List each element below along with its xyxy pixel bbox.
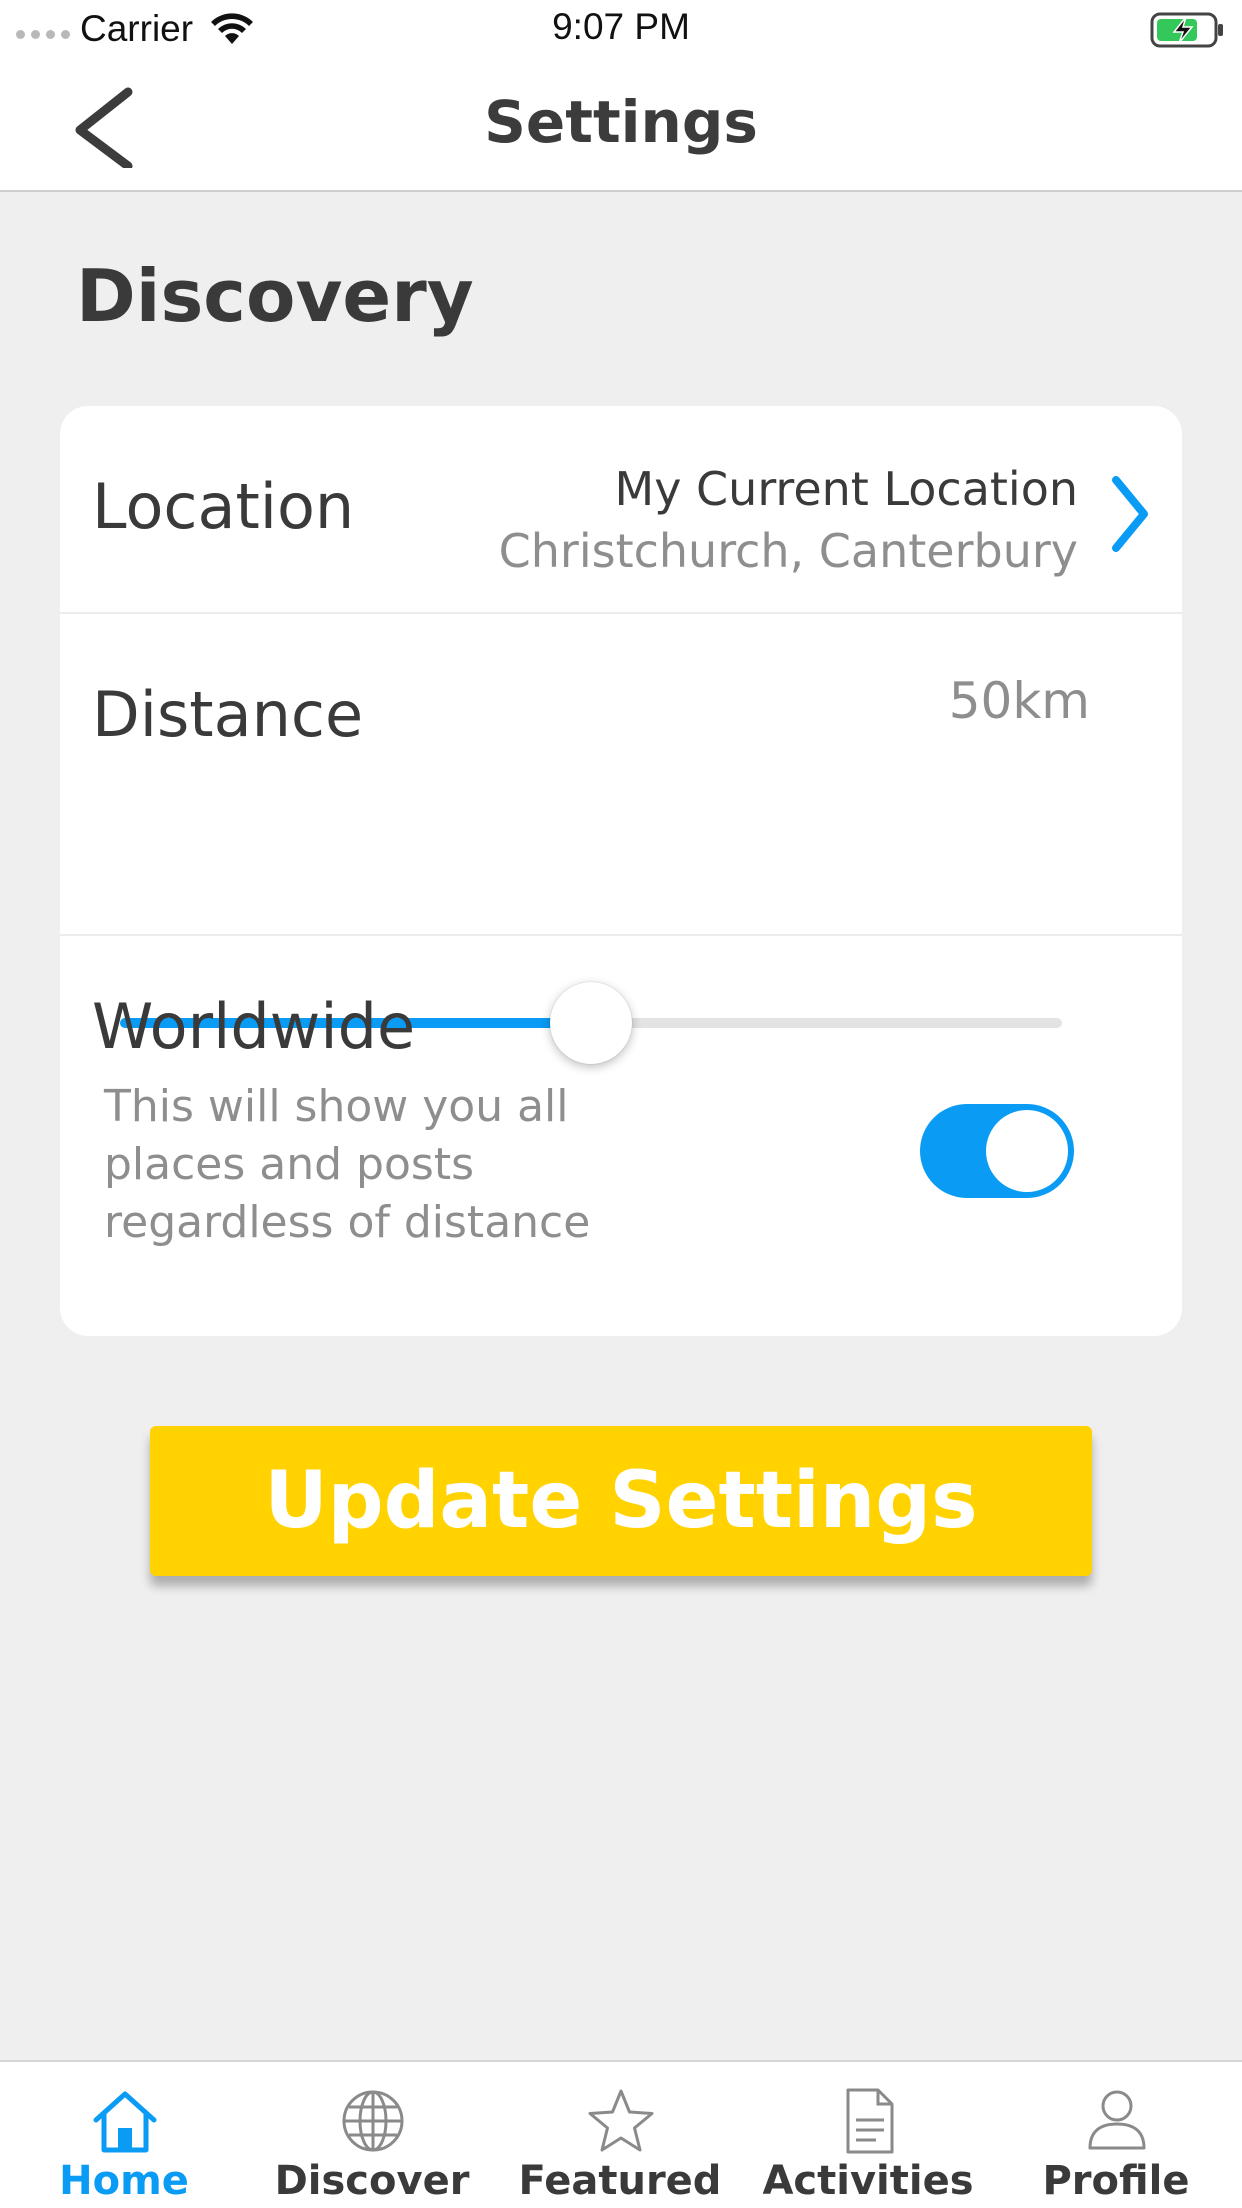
tab-label: Discover (274, 2158, 470, 2204)
status-time: 9:07 PM (552, 6, 690, 47)
tab-label: Activities (762, 2158, 974, 2204)
globe-icon (342, 2090, 404, 2152)
location-row[interactable]: Location My Current Location Christchurc… (60, 406, 1182, 614)
chevron-right-icon (1112, 476, 1148, 552)
settings-screen: Carrier 9:07 PM Settings Discovery Locat… (0, 0, 1242, 2208)
tab-activities[interactable]: Activities (744, 2062, 992, 2208)
tab-label: Profile (1042, 2158, 1190, 2204)
page-title: Settings (484, 88, 758, 156)
toggle-knob (986, 1110, 1068, 1192)
navigation-bar: Settings (0, 58, 1242, 192)
tab-profile[interactable]: Profile (992, 2062, 1240, 2208)
user-icon (1088, 2090, 1146, 2150)
section-title: Discovery (76, 254, 474, 338)
home-icon (93, 2091, 157, 2153)
document-icon (846, 2088, 894, 2154)
tab-discover[interactable]: Discover (248, 2062, 496, 2208)
battery-charging-icon (1150, 12, 1223, 48)
status-bar: Carrier 9:07 PM (0, 0, 1242, 58)
worldwide-row: Worldwide This will show you all places … (60, 936, 1182, 1336)
tab-home[interactable]: Home (0, 2062, 248, 2208)
location-label: Location (92, 470, 355, 543)
worldwide-toggle[interactable] (920, 1104, 1074, 1198)
star-icon (588, 2089, 654, 2152)
tab-bar: Home Discover Featured Activities Profil… (0, 2060, 1242, 2208)
tab-label: Home (59, 2158, 189, 2204)
tab-featured[interactable]: Featured (496, 2062, 744, 2208)
worldwide-label: Worldwide (92, 990, 416, 1063)
settings-card: Location My Current Location Christchurc… (60, 406, 1182, 1336)
worldwide-description: This will show you all places and posts … (104, 1081, 591, 1248)
distance-row: Distance 50km (60, 614, 1182, 936)
update-settings-button[interactable]: Update Settings (150, 1426, 1092, 1576)
distance-label: Distance (92, 678, 364, 751)
distance-value: 50km (948, 672, 1090, 730)
tab-label: Featured (518, 2158, 722, 2204)
location-primary: My Current Location (614, 462, 1078, 516)
location-secondary: Christchurch, Canterbury (498, 524, 1078, 578)
